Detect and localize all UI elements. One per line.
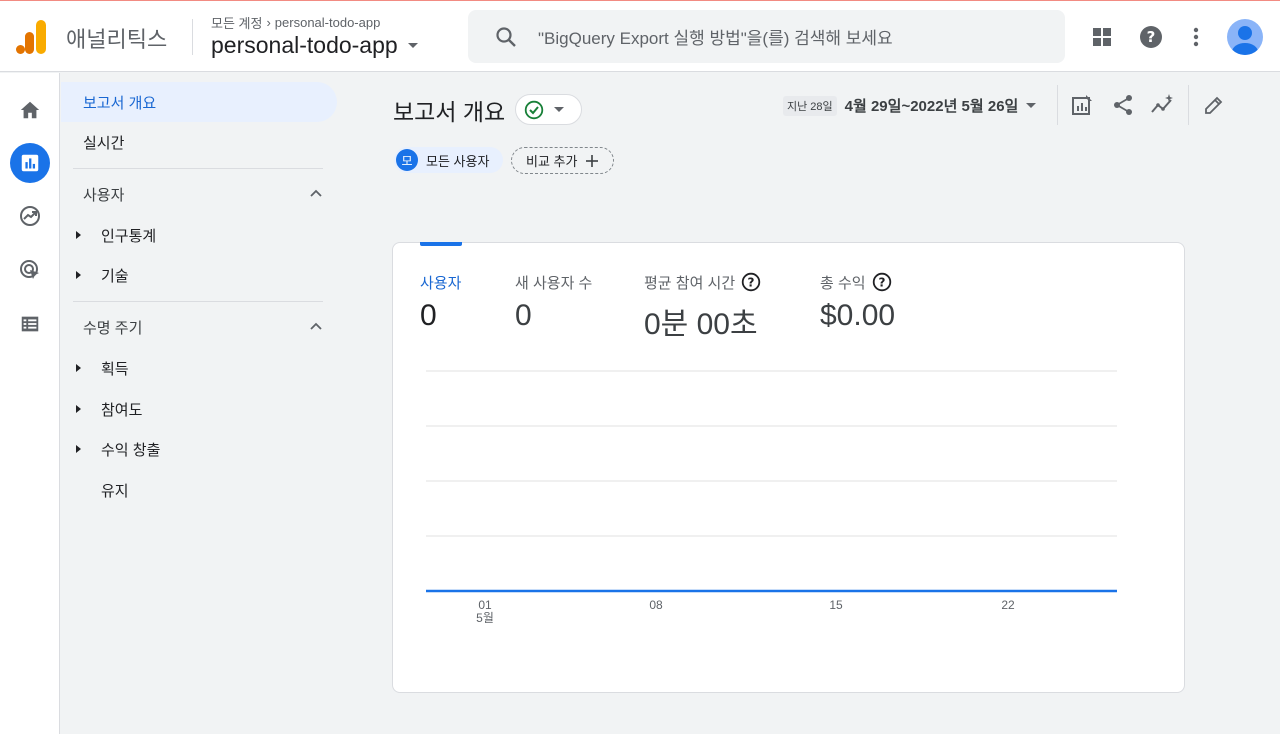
nav-section-user-title: 사용자	[83, 186, 125, 204]
toolbar-divider	[1188, 85, 1189, 125]
reports-icon	[21, 154, 39, 172]
date-range-text: 4월 29일~2022년 5월 26일	[844, 98, 1019, 115]
apps-grid-icon[interactable]	[1090, 25, 1114, 49]
nav-retention[interactable]: 유지	[61, 470, 337, 510]
more-vert-icon[interactable]	[1184, 25, 1208, 49]
product-name: 애널리틱스	[66, 27, 168, 52]
edit-icon[interactable]	[1202, 93, 1226, 117]
nav-tech-label: 기술	[101, 267, 129, 285]
nav-demographics[interactable]: 인구통계	[61, 215, 337, 255]
nav-realtime[interactable]: 실시간	[61, 122, 337, 162]
breadcrumb-current[interactable]: personal-todo-app	[275, 15, 381, 30]
breadcrumb[interactable]: 모든 계정 › personal-todo-app	[211, 13, 380, 32]
segment-chip-all-users[interactable]: 모 모든 사용자	[394, 147, 504, 173]
report-sidenav: 보고서 개요 실시간 사용자 인구통계 기술 수명 주기 획득 참여도 수익 창…	[61, 73, 341, 734]
rail-home[interactable]	[10, 90, 50, 130]
account-avatar[interactable]	[1227, 19, 1263, 55]
nav-engagement[interactable]: 참여도	[61, 389, 337, 429]
breadcrumb-all-accounts[interactable]: 모든 계정	[211, 13, 262, 32]
segment-badge: 모	[396, 149, 418, 171]
x-tick-label: 22	[1001, 598, 1015, 612]
date-range-picker[interactable]: 지난 28일 4월 29일~2022년 5월 26일	[783, 95, 1037, 116]
toolbar-divider	[1057, 85, 1058, 125]
overview-card: 사용자 0 새 사용자 수 0 평균 참여 시간 ? 0분 00초 총 수익 ?…	[392, 242, 1185, 693]
chevron-up-icon	[310, 189, 322, 197]
analytics-logo[interactable]	[16, 20, 46, 54]
nav-retention-label: 유지	[101, 482, 129, 500]
add-comparison-label: 비교 추가	[526, 154, 578, 169]
person-icon	[1232, 26, 1258, 55]
users-line-chart: 015월 08 15 22	[426, 370, 1117, 625]
nav-section-lifecycle[interactable]: 수명 주기	[83, 312, 323, 342]
header-divider	[192, 19, 193, 55]
rail-explore[interactable]	[10, 196, 50, 236]
nav-monetization-label: 수익 창출	[101, 441, 161, 459]
home-icon	[20, 101, 40, 119]
customize-report-icon[interactable]	[1070, 93, 1094, 117]
chevron-up-icon	[310, 322, 322, 330]
rail-configure[interactable]	[10, 304, 50, 344]
nav-engagement-label: 참여도	[101, 401, 143, 419]
configure-icon	[21, 316, 39, 332]
rail-reports[interactable]	[10, 143, 50, 183]
x-tick-label: 08	[649, 598, 663, 612]
nav-acquisition-label: 획득	[101, 360, 129, 378]
plus-icon	[586, 154, 599, 167]
dropdown-arrow-icon	[1026, 103, 1037, 108]
add-comparison-button[interactable]: 비교 추가	[511, 147, 615, 174]
nav-acquisition[interactable]: 획득	[61, 348, 337, 388]
search-bar[interactable]: "BigQuery Export 실행 방법"을(를) 검색해 보세요	[468, 10, 1065, 63]
dropdown-arrow-icon	[554, 107, 564, 112]
insights-icon[interactable]	[1150, 93, 1174, 117]
check-circle-icon	[524, 100, 544, 119]
property-name: personal-todo-app	[211, 32, 398, 58]
page-title: 보고서 개요	[393, 99, 506, 125]
property-selector[interactable]: personal-todo-app	[211, 32, 418, 59]
expand-arrow-icon	[76, 231, 81, 239]
explore-icon	[20, 206, 40, 226]
nav-tech[interactable]: 기술	[61, 255, 337, 295]
app-header: 애널리틱스 모든 계정 › personal-todo-app personal…	[0, 1, 1280, 72]
nav-section-user[interactable]: 사용자	[83, 179, 323, 209]
dropdown-arrow-icon	[407, 43, 418, 48]
nav-divider	[73, 301, 323, 302]
chevron-right-icon: ›	[266, 15, 271, 30]
x-tick-sublabel: 5월	[476, 611, 494, 625]
nav-section-lifecycle-title: 수명 주기	[83, 319, 143, 337]
expand-arrow-icon	[76, 405, 81, 413]
main-content: 보고서 개요 지난 28일 4월 29일~2022년 5월 26일 모 모든 사…	[341, 73, 1280, 734]
x-tick-label: 15	[829, 598, 843, 612]
nav-reports-overview[interactable]: 보고서 개요	[61, 82, 337, 122]
nav-monetization[interactable]: 수익 창출	[61, 429, 337, 469]
advertising-icon	[20, 260, 39, 279]
segment-label: 모든 사용자	[426, 153, 490, 169]
x-tick-label: 01	[478, 598, 492, 612]
search-input[interactable]: "BigQuery Export 실행 방법"을(를) 검색해 보세요	[538, 24, 893, 49]
search-icon	[496, 26, 516, 47]
data-status-chip[interactable]	[515, 94, 582, 125]
date-range-tag: 지난 28일	[783, 95, 837, 116]
share-icon[interactable]	[1111, 93, 1135, 117]
rail-advertising[interactable]	[10, 250, 50, 290]
left-rail	[0, 73, 60, 734]
svg-text:?: ?	[1147, 28, 1156, 46]
expand-arrow-icon	[76, 364, 81, 372]
expand-arrow-icon	[76, 445, 81, 453]
expand-arrow-icon	[76, 271, 81, 279]
nav-demographics-label: 인구통계	[101, 227, 157, 245]
nav-divider	[73, 168, 323, 169]
help-icon[interactable]: ?	[1139, 25, 1163, 49]
